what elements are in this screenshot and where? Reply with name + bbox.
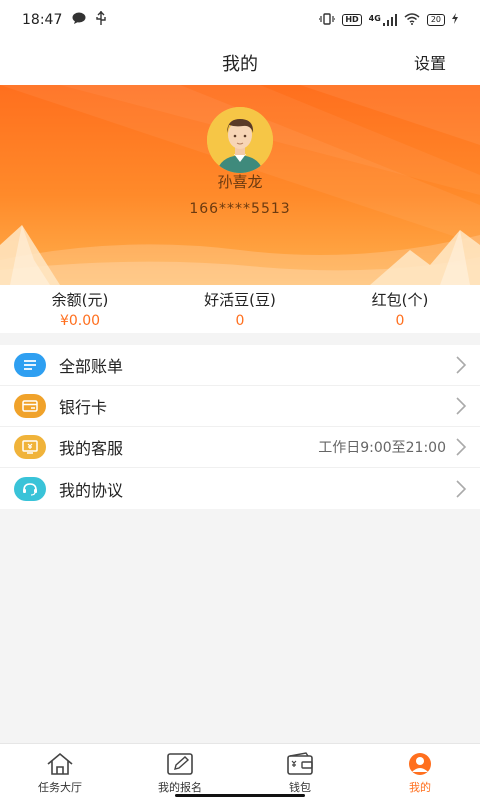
stat-value: 0: [235, 313, 245, 329]
red-packet-stat[interactable]: 红包(个) 0: [320, 285, 480, 333]
tab-label: 钱包: [289, 781, 311, 794]
bottom-tab-bar: 任务大厅 我的报名 钱包 我的: [0, 743, 480, 800]
menu-item-label: 银行卡: [59, 398, 108, 417]
tab-label: 我的: [409, 781, 431, 794]
home-icon: [47, 752, 73, 775]
beans-stat[interactable]: 好活豆(豆) 0: [160, 285, 320, 333]
user-phone: 166****5513: [189, 201, 291, 217]
menu-item-customer-service[interactable]: 我的客服 工作日9:00至21:00: [0, 427, 480, 468]
menu-item-agreement[interactable]: 我的协议: [0, 468, 480, 509]
menu-item-label: 我的协议: [59, 480, 124, 500]
menu-list: 全部账单 银行卡 我的客服 工作日9:00至21:00 我的协议: [0, 345, 480, 509]
tab-my-registrations[interactable]: 我的报名: [120, 744, 240, 800]
stat-label: 红包(个): [371, 291, 429, 309]
tab-label: 任务大厅: [38, 781, 82, 794]
menu-item-label: 全部账单: [59, 357, 124, 376]
stat-value: ¥0.00: [59, 313, 101, 329]
wallet-icon: [287, 752, 313, 775]
bill-list-icon: [14, 353, 46, 377]
balance-stat[interactable]: 余额(元) ¥0.00: [0, 285, 160, 333]
menu-item-label: 我的客服: [59, 439, 124, 458]
page-title: 我的: [222, 53, 258, 75]
tab-wallet[interactable]: 钱包: [240, 744, 360, 800]
message-icon: [72, 12, 86, 28]
menu-item-bank-card[interactable]: 银行卡: [0, 386, 480, 427]
tab-mine[interactable]: 我的: [360, 744, 480, 800]
bank-card-icon: [14, 394, 46, 418]
avatar-face-icon: [207, 107, 273, 173]
usb-icon: [96, 11, 107, 29]
chevron-right-icon: [456, 397, 467, 415]
user-name: 孙喜龙: [217, 173, 263, 191]
settings-button[interactable]: 设置: [414, 50, 446, 74]
agreement-icon: [14, 476, 46, 501]
battery-indicator: 20: [426, 14, 445, 26]
chevron-right-icon: [456, 479, 467, 498]
stat-label: 余额(元): [51, 291, 109, 309]
user-icon: [409, 753, 431, 775]
customer-service-icon: [14, 435, 46, 459]
stat-value: 0: [395, 313, 405, 329]
network-type: 4G: [368, 14, 381, 23]
edit-icon: [167, 753, 193, 775]
service-hours: 工作日9:00至21:00: [318, 440, 446, 456]
profile-banner: 孙喜龙 166****5513: [0, 85, 480, 285]
signal-icon: 4G: [369, 14, 397, 26]
chevron-right-icon: [456, 438, 467, 456]
vibrate-icon: [318, 12, 336, 28]
hd-badge: HD: [342, 14, 362, 26]
charging-icon: [452, 13, 458, 27]
chevron-right-icon: [456, 356, 467, 374]
tab-task-hall[interactable]: 任务大厅: [0, 744, 120, 800]
status-bar: 18:47 HD 4G 20: [0, 0, 480, 40]
title-bar: 我的 设置: [0, 40, 480, 85]
home-indicator[interactable]: [175, 794, 305, 797]
status-time: 18:47: [22, 12, 63, 28]
avatar[interactable]: [207, 107, 273, 173]
stat-label: 好活豆(豆): [204, 291, 276, 309]
account-stats: 余额(元) ¥0.00 好活豆(豆) 0 红包(个) 0: [0, 285, 480, 333]
menu-item-bills[interactable]: 全部账单: [0, 345, 480, 386]
tab-label: 我的报名: [158, 781, 202, 794]
wifi-icon: [404, 12, 420, 28]
